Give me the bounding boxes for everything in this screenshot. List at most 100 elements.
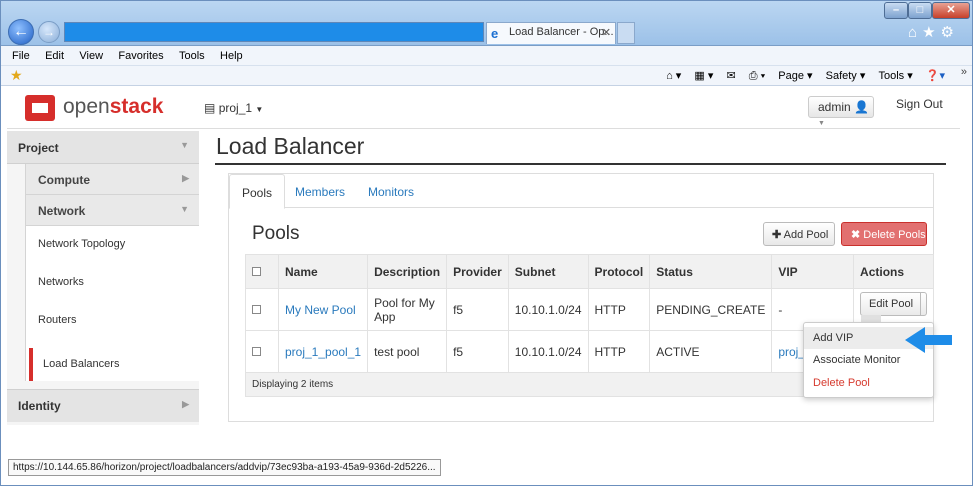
page-menu[interactable]: Page ▾: [778, 70, 812, 82]
home-icon[interactable]: ⌂ ▾: [666, 70, 681, 82]
pool-protocol: HTTP: [587, 288, 651, 331]
back-button[interactable]: ←: [8, 19, 34, 45]
home-icon[interactable]: ⌂: [908, 24, 922, 41]
col-status[interactable]: Status: [649, 254, 773, 289]
sign-out-link[interactable]: Sign Out: [896, 97, 943, 111]
user-name: admin: [818, 100, 851, 114]
menu-help[interactable]: Help: [220, 50, 243, 62]
menu-tools[interactable]: Tools: [179, 50, 205, 62]
pool-description: Pool for My App: [367, 288, 448, 331]
pool-status: PENDING_CREATE: [649, 288, 773, 331]
openstack-logo-icon: [25, 95, 55, 121]
close-tab-icon[interactable]: ✕: [602, 26, 611, 39]
sidebar-compute[interactable]: Compute ▶: [25, 164, 199, 195]
tab-pools[interactable]: Pools: [229, 174, 286, 209]
chevron-down-icon: ▼: [255, 105, 264, 114]
tools-menu[interactable]: Tools ▾: [878, 70, 912, 82]
row-checkbox[interactable]: [252, 346, 261, 356]
pool-provider: f5: [446, 330, 509, 373]
chevron-more-icon[interactable]: »: [961, 66, 967, 78]
menu-favorites[interactable]: Favorites: [118, 50, 163, 62]
sidebar-network-label: Network: [38, 204, 86, 218]
safety-menu[interactable]: Safety ▾: [826, 70, 866, 82]
new-tab-button[interactable]: [617, 22, 635, 44]
status-bar-url: https://10.144.65.86/horizon/project/loa…: [8, 459, 441, 476]
favorites-bar-star-icon[interactable]: ★: [10, 67, 23, 84]
pool-protocol: HTTP: [587, 330, 651, 373]
pool-name-link[interactable]: My New Pool: [277, 288, 369, 331]
user-menu-button[interactable]: admin 👤 ▼: [808, 96, 874, 127]
browser-tab[interactable]: e Load Balancer - Op... ✕: [486, 22, 616, 44]
command-items: ⌂ ▾ ▦ ▾ ✉ ⎙ ▾ Page ▾ Safety ▾ Tools ▾ ❓▾: [656, 69, 945, 83]
pool-name-link[interactable]: proj_1_pool_1: [277, 330, 369, 373]
plus-icon: ✚: [772, 229, 782, 241]
maximize-button[interactable]: □: [908, 2, 932, 19]
project-selector[interactable]: ▤ proj_1 ▼: [204, 101, 263, 115]
chevron-down-icon: ▼: [180, 204, 189, 214]
add-pool-label: Add Pool: [783, 229, 829, 241]
browser-titlebar: ← → e Load Balancer - Op... ✕ – □ ✕ ⌂★⚙: [0, 0, 973, 46]
select-all-checkbox[interactable]: [252, 266, 261, 276]
row-checkbox[interactable]: [252, 304, 261, 314]
edit-pool-button[interactable]: Edit Pool: [861, 293, 922, 315]
sidebar-item-networks[interactable]: Networks: [38, 276, 84, 288]
chevron-down-icon: ▼: [818, 120, 825, 127]
sidebar-item-routers[interactable]: Routers: [38, 314, 77, 326]
sidebar-item-network-topology[interactable]: Network Topology: [38, 238, 125, 250]
project-name: proj_1: [218, 101, 253, 115]
col-vip[interactable]: VIP: [771, 254, 855, 289]
sidebar-compute-label: Compute: [38, 173, 90, 187]
command-bar: ★ ⌂ ▾ ▦ ▾ ✉ ⎙ ▾ Page ▾ Safety ▾ Tools ▾ …: [0, 66, 973, 86]
tab-nav: Pools Members Monitors: [229, 174, 933, 209]
print-icon[interactable]: ⎙ ▾: [749, 70, 765, 82]
favorites-star-icon[interactable]: ★: [922, 24, 940, 41]
ie-icon: e: [491, 26, 499, 41]
callout-arrow-icon: [905, 327, 952, 353]
pool-subnet: 10.10.1.0/24: [507, 288, 589, 331]
page-title: Load Balancer: [216, 133, 365, 159]
sidebar-item-load-balancers[interactable]: Load Balancers: [29, 348, 207, 381]
project-icon: ▤: [204, 101, 216, 115]
logo-text: openstack: [63, 95, 164, 118]
table-header-row: Name Description Provider Subnet Protoco…: [245, 254, 934, 289]
add-pool-button[interactable]: ✚ Add Pool: [763, 222, 835, 246]
col-description[interactable]: Description: [367, 254, 448, 289]
openstack-header: openstack ▤ proj_1 ▼ admin 👤 ▼ Sign Out: [7, 87, 960, 129]
sidebar-network[interactable]: Network ▼: [25, 195, 199, 226]
forward-button[interactable]: →: [38, 21, 60, 43]
x-icon: ✖: [851, 229, 861, 241]
chevron-right-icon: ▶: [182, 173, 189, 183]
delete-pools-label: Delete Pools: [863, 229, 926, 241]
col-name[interactable]: Name: [277, 254, 369, 289]
menu-bar: File Edit View Favorites Tools Help: [0, 46, 973, 66]
pool-description: test pool: [367, 330, 448, 373]
mail-icon[interactable]: ✉: [726, 70, 735, 82]
sidebar-project[interactable]: Project ▼: [7, 131, 199, 164]
row-select-cell: [245, 288, 279, 331]
help-icon[interactable]: ❓▾: [926, 70, 945, 82]
user-icon: 👤: [854, 100, 869, 114]
delete-pools-button[interactable]: ✖ Delete Pools: [841, 222, 927, 246]
pool-provider: f5: [446, 288, 509, 331]
col-provider[interactable]: Provider: [446, 254, 509, 289]
row-select-cell: [245, 330, 279, 373]
menu-edit[interactable]: Edit: [45, 50, 64, 62]
gear-icon[interactable]: ⚙: [941, 24, 959, 41]
close-window-button[interactable]: ✕: [932, 2, 970, 19]
edit-pool-button-group: Edit Pool▼: [860, 292, 927, 337]
pools-heading: Pools: [252, 223, 300, 244]
delete-pool-menu-item[interactable]: Delete Pool: [804, 372, 933, 394]
minimize-button[interactable]: –: [884, 2, 908, 19]
sidebar-identity[interactable]: Identity ▶: [7, 389, 199, 422]
tab-monitors[interactable]: Monitors: [356, 174, 426, 209]
col-subnet[interactable]: Subnet: [507, 254, 589, 289]
toolbar-icons: ⌂★⚙: [908, 23, 959, 41]
menu-view[interactable]: View: [79, 50, 103, 62]
tab-members[interactable]: Members: [283, 174, 357, 209]
col-protocol[interactable]: Protocol: [587, 254, 651, 289]
title-divider: [215, 163, 946, 165]
menu-file[interactable]: File: [12, 50, 30, 62]
address-bar[interactable]: [64, 22, 484, 42]
browser-tab-title: Load Balancer - Op...: [509, 26, 614, 38]
feeds-icon[interactable]: ▦ ▾: [694, 70, 713, 82]
